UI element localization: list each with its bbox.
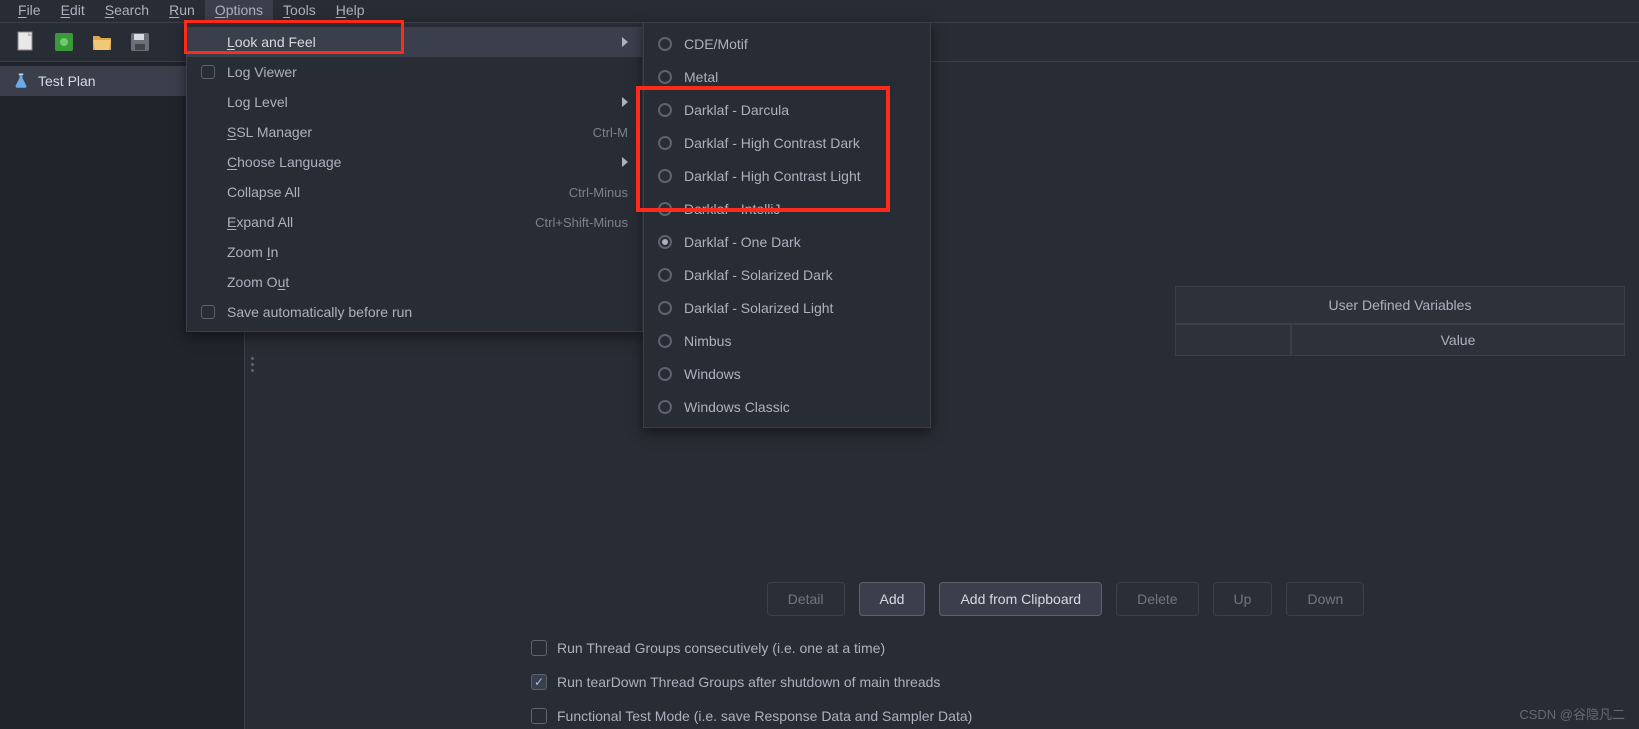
checkbox-icon bbox=[201, 305, 215, 319]
delete-button[interactable]: Delete bbox=[1116, 582, 1198, 616]
radio-icon bbox=[658, 301, 672, 315]
user-defined-variables-header: User Defined Variables bbox=[1175, 286, 1625, 324]
run-consecutively-checkbox[interactable]: Run Thread Groups consecutively (i.e. on… bbox=[531, 640, 972, 656]
radio-icon bbox=[658, 235, 672, 249]
radio-icon bbox=[658, 103, 672, 117]
arrow-right-icon bbox=[622, 157, 628, 167]
laf-windows[interactable]: Windows bbox=[644, 357, 930, 390]
add-button[interactable]: Add bbox=[859, 582, 926, 616]
check-label: Run tearDown Thread Groups after shutdow… bbox=[557, 674, 940, 690]
menu-ssl-manager[interactable]: SSL ManagerCtrl-M bbox=[187, 117, 642, 147]
column-value[interactable]: Value bbox=[1291, 324, 1625, 356]
menu-collapse-all[interactable]: Collapse AllCtrl-Minus bbox=[187, 177, 642, 207]
laf-high-contrast-dark[interactable]: Darklaf - High Contrast Dark bbox=[644, 126, 930, 159]
laf-solarized-light[interactable]: Darklaf - Solarized Light bbox=[644, 291, 930, 324]
radio-icon bbox=[658, 169, 672, 183]
look-and-feel-submenu: CDE/Motif Metal Darklaf - Darcula Darkla… bbox=[643, 22, 931, 428]
menu-help[interactable]: Help bbox=[326, 0, 375, 22]
menu-options[interactable]: Options bbox=[205, 0, 273, 22]
menu-search[interactable]: Search bbox=[95, 0, 159, 22]
radio-icon bbox=[658, 202, 672, 216]
arrow-right-icon bbox=[622, 37, 628, 47]
laf-high-contrast-light[interactable]: Darklaf - High Contrast Light bbox=[644, 159, 930, 192]
detail-button[interactable]: Detail bbox=[767, 582, 845, 616]
tree-item-label: Test Plan bbox=[38, 73, 96, 89]
laf-metal[interactable]: Metal bbox=[644, 60, 930, 93]
options-dropdown: Look and Feel Log Viewer Log Level SSL M… bbox=[186, 22, 643, 332]
radio-icon bbox=[658, 268, 672, 282]
templates-icon[interactable] bbox=[50, 28, 78, 56]
add-from-clipboard-button[interactable]: Add from Clipboard bbox=[939, 582, 1102, 616]
radio-icon bbox=[658, 70, 672, 84]
functional-test-mode-checkbox[interactable]: Functional Test Mode (i.e. save Response… bbox=[531, 708, 972, 724]
menu-file[interactable]: File bbox=[8, 0, 51, 22]
check-label: Run Thread Groups consecutively (i.e. on… bbox=[557, 640, 885, 656]
save-icon[interactable] bbox=[126, 28, 154, 56]
laf-nimbus[interactable]: Nimbus bbox=[644, 324, 930, 357]
udv-table-header: Value bbox=[1175, 324, 1625, 356]
menu-save-automatically[interactable]: Save automatically before run bbox=[187, 297, 642, 327]
menu-log-level[interactable]: Log Level bbox=[187, 87, 642, 117]
down-button[interactable]: Down bbox=[1286, 582, 1364, 616]
menu-look-and-feel[interactable]: Look and Feel bbox=[187, 27, 642, 57]
watermark: CSDN @谷隐凡二 bbox=[1519, 704, 1625, 723]
button-row: Detail Add Add from Clipboard Delete Up … bbox=[506, 582, 1625, 616]
laf-one-dark[interactable]: Darklaf - One Dark bbox=[644, 225, 930, 258]
new-file-icon[interactable] bbox=[12, 28, 40, 56]
laf-cde-motif[interactable]: CDE/Motif bbox=[644, 27, 930, 60]
open-folder-icon[interactable] bbox=[88, 28, 116, 56]
menu-edit[interactable]: Edit bbox=[51, 0, 95, 22]
menu-choose-language[interactable]: Choose Language bbox=[187, 147, 642, 177]
splitter-handle[interactable] bbox=[245, 351, 259, 379]
menubar: File Edit Search Run Options Tools Help bbox=[0, 0, 1639, 22]
checkbox-icon bbox=[201, 65, 215, 79]
laf-solarized-dark[interactable]: Darklaf - Solarized Dark bbox=[644, 258, 930, 291]
laf-darcula[interactable]: Darklaf - Darcula bbox=[644, 93, 930, 126]
menu-run[interactable]: Run bbox=[159, 0, 205, 22]
arrow-right-icon bbox=[622, 97, 628, 107]
up-button[interactable]: Up bbox=[1213, 582, 1273, 616]
run-teardown-checkbox[interactable]: Run tearDown Thread Groups after shutdow… bbox=[531, 674, 972, 690]
check-label: Functional Test Mode (i.e. save Response… bbox=[557, 708, 972, 724]
column-name[interactable] bbox=[1175, 324, 1291, 356]
laf-intellij[interactable]: Darklaf - IntelliJ bbox=[644, 192, 930, 225]
radio-icon bbox=[658, 367, 672, 381]
menu-zoom-in[interactable]: Zoom In bbox=[187, 237, 642, 267]
radio-icon bbox=[658, 400, 672, 414]
menu-log-viewer[interactable]: Log Viewer bbox=[187, 57, 642, 87]
menu-zoom-out[interactable]: Zoom Out bbox=[187, 267, 642, 297]
radio-icon bbox=[658, 136, 672, 150]
radio-icon bbox=[658, 37, 672, 51]
menu-expand-all[interactable]: Expand AllCtrl+Shift-Minus bbox=[187, 207, 642, 237]
radio-icon bbox=[658, 334, 672, 348]
laf-windows-classic[interactable]: Windows Classic bbox=[644, 390, 930, 423]
flask-icon bbox=[12, 72, 30, 90]
menu-tools[interactable]: Tools bbox=[273, 0, 326, 22]
